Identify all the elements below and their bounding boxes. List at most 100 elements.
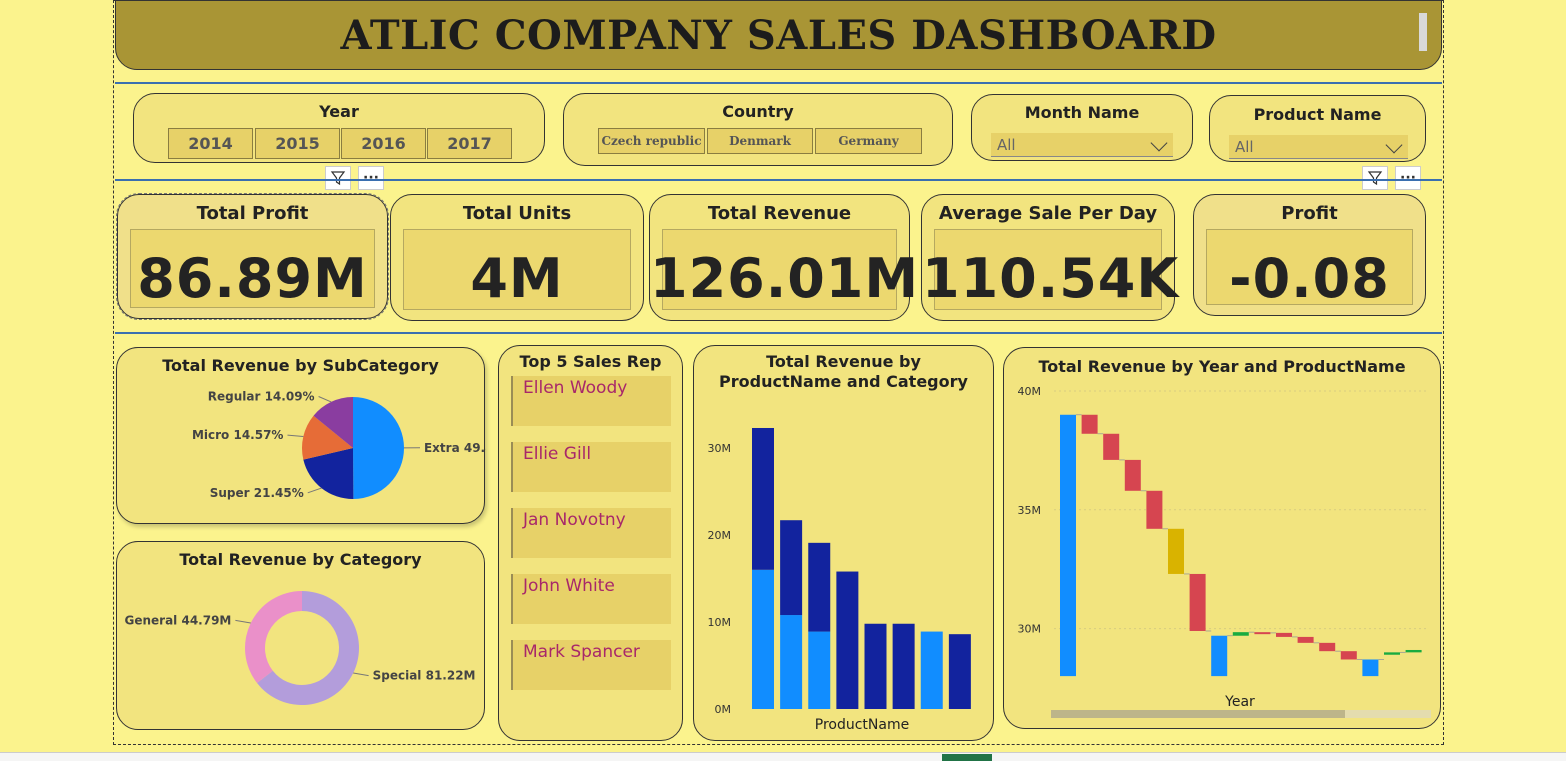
label-leader-line — [287, 434, 304, 437]
waterfall-bar[interactable] — [1189, 573, 1206, 631]
data-label: General 44.79M — [125, 613, 232, 627]
y-tick-label: 20M — [708, 529, 732, 542]
list-item[interactable]: John White — [511, 574, 671, 624]
kpi-card-total-revenue: Total Revenue 126.01M — [649, 194, 918, 321]
country-option-germany[interactable]: Germany — [815, 128, 922, 154]
list-item[interactable]: Ellie Gill — [511, 442, 671, 492]
bar[interactable] — [752, 427, 774, 570]
stacked-bar-chart: 0M 10M 20M 30M ProductName — [708, 427, 971, 733]
waterfall-chart: 30M 35M 40M Year — [1018, 385, 1429, 710]
y-tick-label: 30M — [1018, 623, 1042, 636]
pie-slice[interactable] — [353, 397, 405, 499]
more-options-icon[interactable]: ··· — [1395, 166, 1421, 190]
donut-chart: Special 81.22M General 44.79M — [125, 591, 476, 705]
bar[interactable] — [808, 542, 831, 632]
scrollbar-thumb[interactable] — [1051, 710, 1345, 718]
list-item[interactable]: Jan Novotny — [511, 508, 671, 558]
data-label: Regular 14.09% — [208, 389, 315, 403]
waterfall-bar[interactable] — [1297, 636, 1314, 643]
data-label: Micro 14.57% — [192, 428, 284, 442]
product-slicer: Product Name All — [1209, 95, 1426, 162]
bar[interactable] — [864, 623, 887, 709]
waterfall-bar[interactable] — [1319, 642, 1336, 652]
kpi-value: -0.08 — [1229, 247, 1390, 310]
kpi-card-total-profit[interactable]: Total Profit 86.89M — [116, 193, 389, 320]
country-slicer-title: Country — [722, 102, 794, 121]
bar[interactable] — [892, 623, 915, 709]
kpi-title: Average Sale Per Day — [938, 203, 1158, 224]
month-slicer-title: Month Name — [1024, 103, 1140, 122]
product-dropdown[interactable]: All — [1229, 135, 1408, 159]
bar[interactable] — [780, 520, 803, 616]
kpi-card-total-units: Total Units 4M — [390, 194, 644, 321]
y-tick-label: 10M — [708, 616, 732, 629]
waterfall-bar[interactable] — [1081, 414, 1098, 434]
list-item[interactable]: Ellen Woody — [511, 376, 671, 426]
year-option-2014[interactable]: 2014 — [168, 128, 253, 159]
chart-revenue-by-subcategory: Total Revenue by SubCategory Extra 49.88… — [116, 347, 486, 524]
pie-slice[interactable] — [245, 591, 302, 684]
list-item[interactable]: Mark Spancer — [511, 640, 671, 690]
data-label: Extra 49.88% — [424, 441, 486, 455]
bar[interactable] — [752, 569, 774, 709]
scrollbar[interactable] — [1051, 710, 1431, 718]
kpi-value: 110.54K — [922, 247, 1180, 310]
scrollbar[interactable] — [1419, 13, 1427, 51]
country-option-czech-republic[interactable]: Czech republic — [598, 128, 705, 154]
dashboard-header: ATLIC COMPANY SALES DASHBOARD — [115, 0, 1442, 70]
label-leader-line — [318, 396, 332, 403]
active-sheet-tab[interactable] — [942, 754, 992, 761]
top-reps-title: Top 5 Sales Rep — [519, 352, 662, 371]
kpi-value: 4M — [470, 247, 564, 310]
waterfall-bar[interactable] — [1124, 459, 1141, 491]
waterfall-bar[interactable] — [1405, 649, 1422, 653]
kpi-title: Total Revenue — [707, 203, 852, 224]
product-dropdown-value: All — [1235, 138, 1254, 156]
waterfall-bar[interactable] — [1146, 490, 1163, 529]
product-slicer-title: Product Name — [1253, 105, 1382, 124]
bar[interactable] — [920, 631, 943, 709]
bar[interactable] — [836, 571, 859, 709]
bar[interactable] — [780, 615, 803, 709]
top-sales-rep-card: Top 5 Sales Rep Ellen Woody Ellie Gill J… — [498, 345, 683, 741]
filter-icon[interactable] — [325, 166, 351, 190]
data-label: Super 21.45% — [210, 486, 304, 500]
bar[interactable] — [948, 634, 971, 709]
kpi-title: Total Units — [462, 203, 572, 224]
year-option-2015[interactable]: 2015 — [255, 128, 340, 159]
filter-icon[interactable] — [1362, 166, 1388, 190]
year-option-2016[interactable]: 2016 — [341, 128, 426, 159]
more-options-icon[interactable]: ··· — [358, 166, 384, 190]
month-dropdown-value: All — [997, 136, 1016, 154]
label-leader-line — [307, 487, 322, 494]
country-option-denmark[interactable]: Denmark — [707, 128, 813, 154]
waterfall-bar[interactable] — [1254, 632, 1271, 635]
label-leader-line — [235, 619, 251, 624]
sheet-tab-bar — [0, 752, 1566, 761]
y-tick-label: 35M — [1018, 504, 1042, 517]
y-tick-label: 30M — [708, 442, 732, 455]
waterfall-bar[interactable] — [1362, 659, 1379, 677]
waterfall-bar[interactable] — [1232, 632, 1249, 636]
waterfall-bar[interactable] — [1060, 414, 1076, 677]
divider — [115, 332, 1442, 334]
year-option-2017[interactable]: 2017 — [427, 128, 512, 159]
y-tick-label: 0M — [715, 703, 732, 716]
x-axis-label: ProductName — [815, 717, 909, 733]
kpi-card-average-sale-per-day: Average Sale Per Day 110.54K — [921, 194, 1180, 321]
chevron-down-icon — [1385, 136, 1403, 154]
waterfall-bar[interactable] — [1276, 632, 1292, 637]
page-title: ATLIC COMPANY SALES DASHBOARD — [340, 11, 1217, 59]
waterfall-bar[interactable] — [1168, 528, 1184, 574]
waterfall-bar[interactable] — [1384, 652, 1400, 655]
month-slicer: Month Name All — [971, 94, 1193, 161]
divider — [115, 179, 1442, 181]
waterfall-bar[interactable] — [1340, 651, 1357, 660]
month-dropdown[interactable]: All — [991, 133, 1173, 157]
kpi-value: 86.89M — [137, 247, 368, 310]
bar[interactable] — [808, 631, 831, 709]
chart-revenue-by-category: Total Revenue by Category Special 81.22M… — [116, 541, 485, 730]
year-slicer: Year 2014 2015 2016 2017 — [133, 93, 545, 163]
waterfall-bar[interactable] — [1103, 433, 1120, 460]
waterfall-bar[interactable] — [1211, 635, 1228, 677]
